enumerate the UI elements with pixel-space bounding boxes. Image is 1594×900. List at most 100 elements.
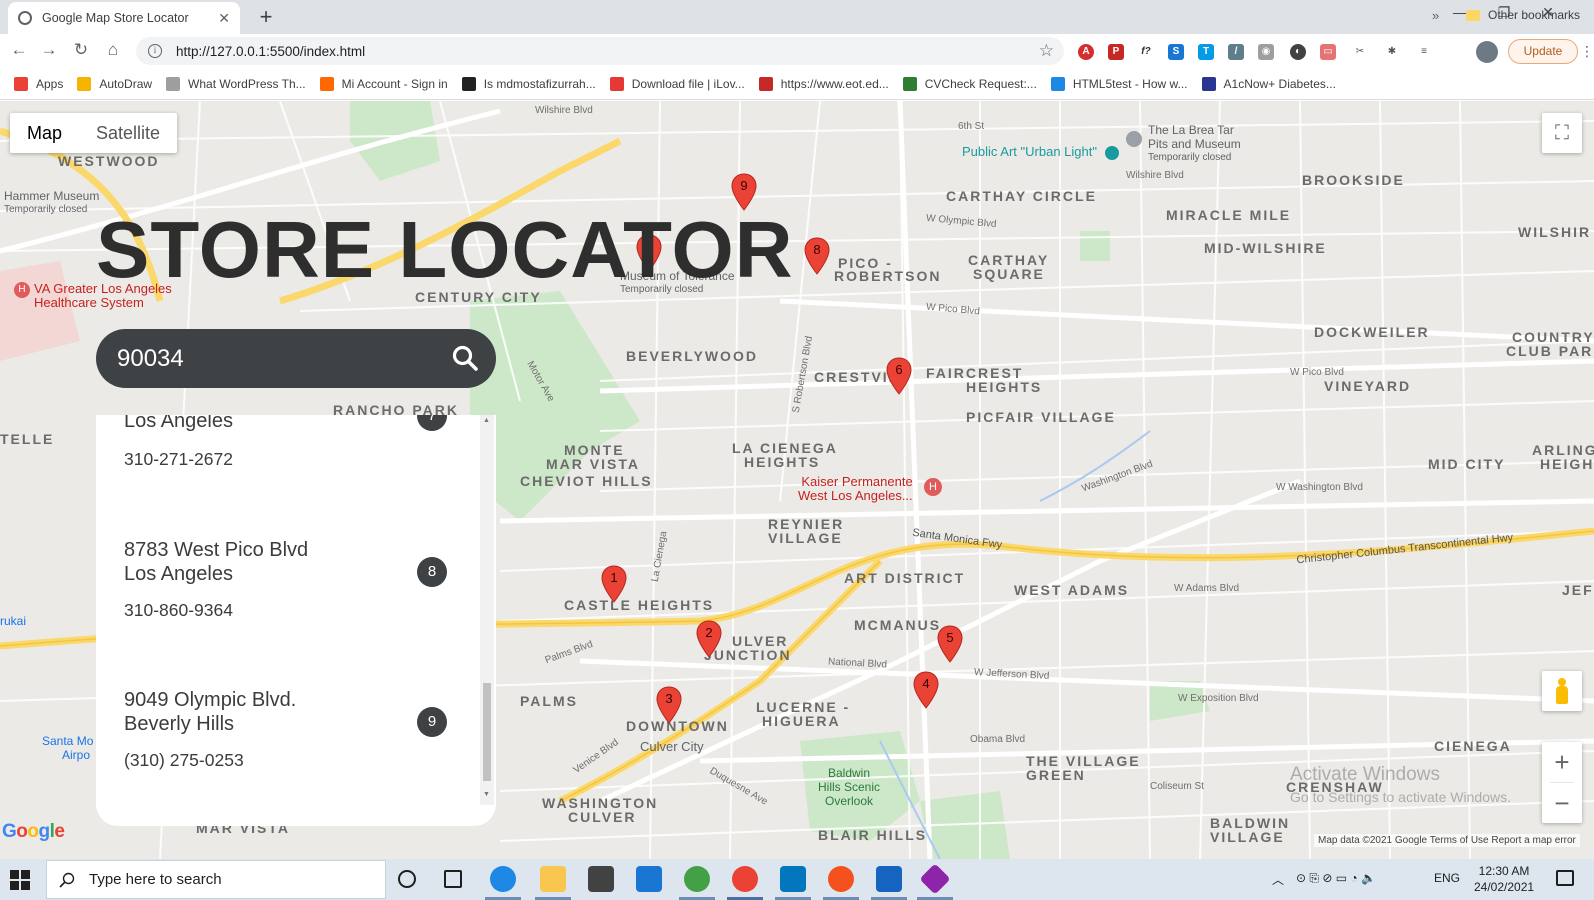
reading-list-icon[interactable]: ≡ <box>1416 44 1432 60</box>
dark-mode-icon[interactable]: ◐ <box>1290 44 1306 60</box>
task-view-icon[interactable] <box>444 870 462 888</box>
bookmarks-overflow-icon[interactable]: » <box>1432 8 1439 23</box>
sublime-icon[interactable] <box>828 866 854 892</box>
watermark-line: Go to Settings to activate Windows. <box>1290 789 1511 805</box>
bookmark-item[interactable]: https://www.eot.ed... <box>758 76 889 91</box>
store-number-badge: 9 <box>417 707 447 737</box>
utorrent-icon[interactable] <box>684 866 710 892</box>
windows-start-icon[interactable] <box>10 870 30 890</box>
other-bookmarks[interactable]: Other bookmarks <box>1466 8 1580 22</box>
tray-icons[interactable]: ⊙ ⎘ ⊘ ▭ ◔ 🔈 <box>1296 871 1376 886</box>
zoom-in-icon[interactable]: + <box>1542 742 1582 782</box>
edge-icon[interactable] <box>490 866 516 892</box>
neighborhood-label: VINEYARD <box>1324 378 1412 394</box>
site-info-icon[interactable]: i <box>148 44 162 58</box>
bookmark-star-icon[interactable]: ☆ <box>1039 41 1054 61</box>
map-marker[interactable]: 4 <box>913 671 939 709</box>
eyedropper-icon[interactable]: / <box>1228 44 1244 60</box>
map-marker[interactable]: 1 <box>601 565 627 603</box>
profile-avatar[interactable] <box>1476 41 1498 63</box>
system-clock[interactable]: 12:30 AM 24/02/2021 <box>1474 863 1534 895</box>
update-button[interactable]: Update <box>1508 39 1578 64</box>
watermark-line: Activate Windows <box>1290 764 1440 785</box>
zoom-out-icon[interactable]: − <box>1542 783 1582 823</box>
bookmark-item[interactable]: Is mdmostafizurrah... <box>461 76 596 91</box>
poi-hammer-museum[interactable]: Hammer Museum Temporarily closed <box>4 189 99 217</box>
cast-icon[interactable]: ▭ <box>1320 44 1336 60</box>
zip-search-input[interactable] <box>117 344 417 373</box>
screenshot-icon[interactable]: S <box>1168 44 1184 60</box>
map-attribution[interactable]: Map data ©2021 Google Terms of Use Repor… <box>1314 834 1580 847</box>
file-explorer-icon[interactable] <box>540 866 566 892</box>
pdf-icon[interactable]: P <box>1108 44 1124 60</box>
map-type-map[interactable]: Map <box>10 113 79 153</box>
fullscreen-icon[interactable]: ⛶ <box>1542 113 1582 153</box>
bookmark-item[interactable]: AutoDraw <box>77 76 152 91</box>
map-marker[interactable]: 6 <box>886 357 912 395</box>
store-item[interactable]: 8783 West Pico Blvd Los Angeles 310-860-… <box>96 538 480 658</box>
map-marker[interactable]: 2 <box>696 620 722 658</box>
menu-icon[interactable]: ⋮ <box>1580 43 1594 60</box>
extensions-icon[interactable]: ✱ <box>1384 44 1400 60</box>
bookmark-item[interactable]: What WordPress Th... <box>166 76 306 91</box>
store-phone: (310) 275-0253 <box>124 750 244 770</box>
bookmark-item[interactable]: A1cNow+ Diabetes... <box>1201 76 1336 91</box>
translate-icon[interactable]: T <box>1198 44 1214 60</box>
hospital-icon: H <box>924 478 942 496</box>
poi-baldwin-overlook[interactable]: Baldwin Hills Scenic Overlook <box>818 766 880 808</box>
map-marker[interactable]: 8 <box>804 237 830 275</box>
store-item[interactable]: 9049 Olympic Blvd. Beverly Hills (310) 2… <box>96 688 480 808</box>
search-icon[interactable] <box>452 345 478 371</box>
address-bar[interactable]: i http://127.0.0.1:5500/index.html ☆ <box>136 37 1064 65</box>
close-tab-icon[interactable]: ✕ <box>218 10 230 27</box>
app-icon[interactable] <box>919 863 951 895</box>
new-tab-button[interactable]: + <box>254 4 278 30</box>
bookmark-item[interactable]: HTML5test - How w... <box>1050 76 1188 91</box>
map-canvas[interactable]: WESTWOOD CENTURY CITY RANCHO PARK BEVERL… <box>0 101 1594 859</box>
chrome-icon[interactable] <box>732 866 758 892</box>
tab-active[interactable]: Google Map Store Locator ✕ <box>8 2 240 34</box>
tray-chevron-icon[interactable]: ︿ <box>1272 871 1284 888</box>
cortana-icon[interactable] <box>398 870 416 888</box>
scrollbar-thumb[interactable] <box>483 683 491 781</box>
taskbar-search[interactable]: Type here to search <box>46 860 386 899</box>
bookmark-item[interactable]: Apps <box>14 76 63 91</box>
map-marker[interactable]: 5 <box>937 625 963 663</box>
store-number-badge: 8 <box>417 557 447 587</box>
adblock-icon[interactable]: A <box>1078 44 1094 60</box>
bookmark-item[interactable]: Mi Account - Sign in <box>319 76 448 91</box>
scroll-up-icon[interactable]: ▲ <box>483 417 490 424</box>
vscode-icon[interactable] <box>780 866 806 892</box>
poi-kaiser[interactable]: Kaiser Permanente West Los Angeles... H <box>798 475 942 503</box>
scissors-icon[interactable]: ✂ <box>1352 44 1368 60</box>
camera-icon[interactable]: ◉ <box>1258 44 1274 60</box>
map-marker[interactable]: 3 <box>656 686 682 724</box>
notification-icon[interactable] <box>1556 870 1574 886</box>
bookmark-item[interactable]: Download file | iLov... <box>609 76 745 91</box>
home-icon[interactable]: ⌂ <box>102 40 124 60</box>
formula-icon[interactable]: f? <box>1138 44 1154 60</box>
pegman-icon[interactable] <box>1542 671 1582 711</box>
poi-la-brea[interactable]: The La Brea Tar Pits and Museum Temporar… <box>1126 123 1241 165</box>
scroll-down-icon[interactable]: ▼ <box>483 791 490 798</box>
store-list-scrollbar[interactable]: ▲ ▼ <box>480 415 494 805</box>
poi-urban-light[interactable]: Public Art "Urban Light" <box>962 145 1119 160</box>
map-type-satellite[interactable]: Satellite <box>79 113 177 153</box>
word-icon[interactable] <box>876 866 902 892</box>
poi-santa-monica-airport[interactable]: Santa Mo Airpo <box>42 734 93 762</box>
store-list: Los Angeles 310-271-2672 7 8783 West Pic… <box>96 415 496 826</box>
bookmark-favicon-icon <box>77 76 92 91</box>
taskbar-search-placeholder: Type here to search <box>89 871 222 888</box>
google-logo[interactable]: Google <box>2 821 65 843</box>
forward-icon[interactable]: → <box>38 40 60 60</box>
reload-icon[interactable]: ↻ <box>70 40 92 60</box>
neighborhood-label: CIENEGA <box>1434 738 1512 754</box>
store-icon[interactable] <box>588 866 614 892</box>
mail-icon[interactable] <box>636 866 662 892</box>
language-indicator[interactable]: ENG <box>1434 871 1460 885</box>
marker-label: 3 <box>665 691 673 706</box>
activate-windows-watermark: Activate Windows Go to Settings to activ… <box>1290 764 1511 805</box>
back-icon[interactable]: ← <box>8 40 30 60</box>
bookmark-item[interactable]: CVCheck Request:... <box>902 76 1037 91</box>
store-item[interactable]: Los Angeles 310-271-2672 7 <box>96 415 480 509</box>
